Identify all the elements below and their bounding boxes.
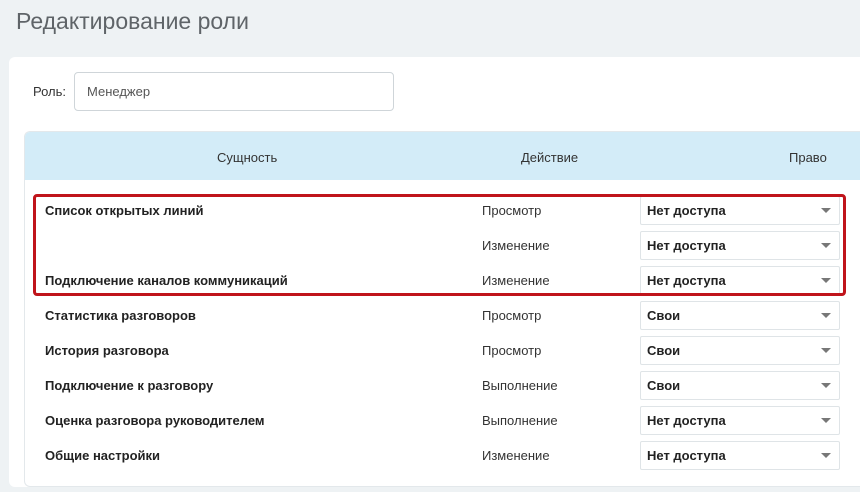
permission-select[interactable]: Нет доступа bbox=[640, 406, 840, 435]
entity-cell: История разговора bbox=[45, 343, 169, 358]
chevron-down-icon bbox=[821, 453, 831, 458]
permission-select-value: Нет доступа bbox=[647, 413, 726, 428]
permission-select[interactable]: Нет доступа bbox=[640, 196, 840, 225]
action-cell: Просмотр bbox=[482, 343, 542, 358]
table-row: Список открытых линий Просмотр Нет досту… bbox=[25, 193, 860, 228]
permission-select[interactable]: Нет доступа bbox=[640, 231, 840, 260]
page-title: Редактирование роли bbox=[16, 8, 249, 34]
table-row: Оценка разговора руководителем Выполнени… bbox=[25, 403, 860, 438]
chevron-down-icon bbox=[821, 313, 831, 318]
entity-cell: Общие настройки bbox=[45, 448, 160, 463]
permission-select-value: Нет доступа bbox=[647, 448, 726, 463]
chevron-down-icon bbox=[821, 208, 831, 213]
chevron-down-icon bbox=[821, 278, 831, 283]
table-row: Подключение каналов коммуникаций Изменен… bbox=[25, 263, 860, 298]
column-header-action: Действие bbox=[521, 150, 579, 165]
role-name-input[interactable] bbox=[74, 72, 394, 111]
column-header-entity: Сущность bbox=[217, 150, 278, 165]
action-cell: Просмотр bbox=[482, 203, 542, 218]
table-row: Изменение Нет доступа bbox=[25, 228, 860, 263]
permission-select-value: Нет доступа bbox=[647, 203, 726, 218]
action-cell: Изменение bbox=[482, 273, 550, 288]
entity-cell: Статистика разговоров bbox=[45, 308, 196, 323]
entity-cell: Список открытых линий bbox=[45, 203, 204, 218]
permission-select-value: Свои bbox=[647, 343, 681, 358]
action-cell: Изменение bbox=[482, 238, 550, 253]
permission-select[interactable]: Нет доступа bbox=[640, 266, 840, 295]
chevron-down-icon bbox=[821, 418, 831, 423]
table-row: Подключение к разговору Выполнение Свои bbox=[25, 368, 860, 403]
column-header-right: Право bbox=[789, 150, 827, 165]
permission-select[interactable]: Нет доступа bbox=[640, 441, 840, 470]
table-header: Сущность Действие Право bbox=[25, 132, 860, 180]
action-cell: Выполнение bbox=[482, 378, 558, 393]
table-row: Общие настройки Изменение Нет доступа bbox=[25, 438, 860, 473]
permission-select-value: Свои bbox=[647, 308, 681, 323]
table-row: История разговора Просмотр Свои bbox=[25, 333, 860, 368]
chevron-down-icon bbox=[821, 383, 831, 388]
permission-select-value: Нет доступа bbox=[647, 238, 726, 253]
permission-select-value: Нет доступа bbox=[647, 273, 726, 288]
permission-select[interactable]: Свои bbox=[640, 301, 840, 330]
permission-select[interactable]: Свои bbox=[640, 336, 840, 365]
chevron-down-icon bbox=[821, 243, 831, 248]
chevron-down-icon bbox=[821, 348, 831, 353]
permissions-table: Сущность Действие Право Список открытых … bbox=[24, 131, 860, 487]
action-cell: Выполнение bbox=[482, 413, 558, 428]
action-cell: Изменение bbox=[482, 448, 550, 463]
permission-select-value: Свои bbox=[647, 378, 681, 393]
role-label: Роль: bbox=[33, 84, 67, 99]
entity-cell: Подключение к разговору bbox=[45, 378, 214, 393]
action-cell: Просмотр bbox=[482, 308, 542, 323]
entity-cell: Подключение каналов коммуникаций bbox=[45, 273, 288, 288]
entity-cell: Оценка разговора руководителем bbox=[45, 413, 265, 428]
table-row: Статистика разговоров Просмотр Свои bbox=[25, 298, 860, 333]
permission-select[interactable]: Свои bbox=[640, 371, 840, 400]
